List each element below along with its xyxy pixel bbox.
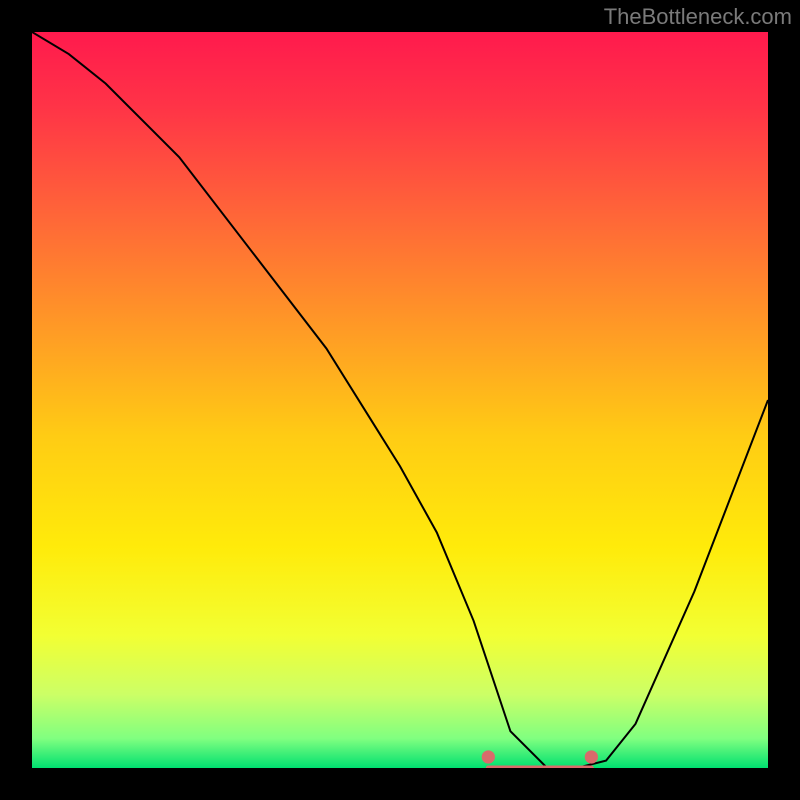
bottleneck-curve [32, 32, 768, 768]
plot-area [32, 32, 768, 768]
flat-segment [482, 750, 598, 768]
watermark-text: TheBottleneck.com [604, 4, 792, 30]
curve-layer [32, 32, 768, 768]
chart-frame: TheBottleneck.com [0, 0, 800, 800]
